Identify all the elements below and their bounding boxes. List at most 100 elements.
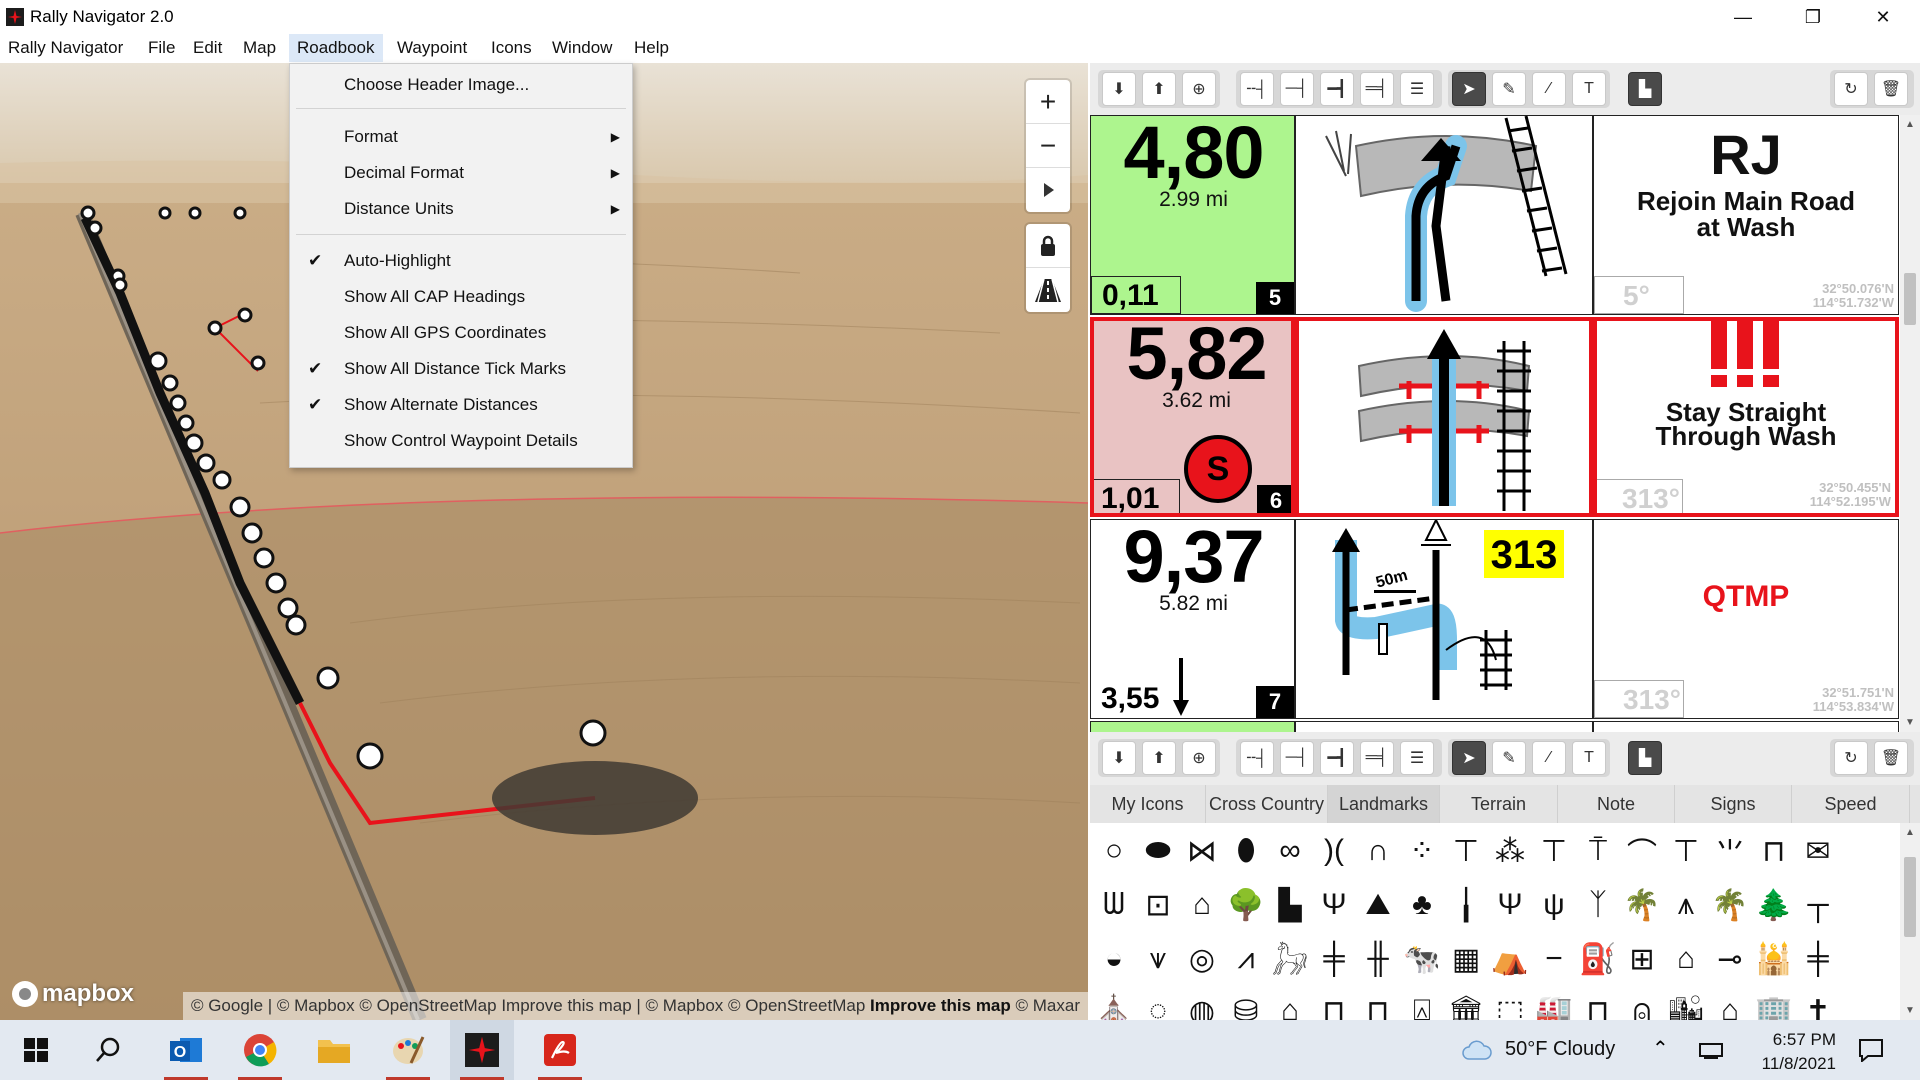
rocks-chain-icon[interactable]: ∞ bbox=[1270, 831, 1310, 871]
roadbook-row-partial[interactable] bbox=[1090, 721, 1900, 732]
menu-edit[interactable]: Edit bbox=[185, 34, 230, 62]
taskbar-file-explorer[interactable] bbox=[302, 1020, 366, 1080]
weather-text[interactable]: 50°F Cloudy bbox=[1505, 1038, 1615, 1061]
menu-item-choose-header[interactable]: Choose Header Image... bbox=[290, 68, 632, 102]
fuel-icon[interactable]: ⛽ bbox=[1578, 939, 1618, 979]
refresh-button[interactable]: ↻ bbox=[1834, 72, 1868, 106]
tire-icon[interactable]: ◎ bbox=[1182, 939, 1222, 979]
tick-style-3-button[interactable]: ━┫ bbox=[1320, 741, 1354, 775]
taskbar-outlook[interactable]: O bbox=[154, 1020, 218, 1080]
brush-tool-button[interactable]: ∕ bbox=[1532, 741, 1566, 775]
tick-style-4-button[interactable]: ═╡ bbox=[1360, 72, 1394, 106]
scroll-down-icon[interactable]: ▼ bbox=[1900, 717, 1920, 728]
distance-cell[interactable]: 4,80 2.99 mi 0,11 5 bbox=[1090, 115, 1295, 315]
factory-icon[interactable]: 🏭 bbox=[1534, 991, 1574, 1021]
silo-icon[interactable]: ⍓ bbox=[1402, 991, 1442, 1020]
scroll-thumb[interactable] bbox=[1904, 273, 1916, 325]
city-icon[interactable]: 🏙 bbox=[1666, 991, 1706, 1021]
tab-speed[interactable]: Speed bbox=[1792, 785, 1910, 823]
tower-icon[interactable]: ⩛ bbox=[1138, 939, 1178, 979]
envelope-icon[interactable]: ✉ bbox=[1798, 831, 1838, 871]
arena-icon[interactable]: ◌ bbox=[1138, 991, 1178, 1020]
pen-tool-button[interactable]: ✎ bbox=[1492, 741, 1526, 775]
scroll-thumb[interactable] bbox=[1904, 857, 1916, 937]
select-tool-button[interactable]: ➤ bbox=[1452, 72, 1486, 106]
scroll-down-icon[interactable]: ▼ bbox=[1900, 1005, 1920, 1016]
menu-map[interactable]: Map bbox=[235, 34, 284, 62]
tulip-cell[interactable]: 50m 313 bbox=[1295, 519, 1593, 719]
arch-icon[interactable]: ∩ bbox=[1358, 831, 1398, 871]
minimize-button[interactable]: — bbox=[1714, 0, 1772, 34]
menu-file[interactable]: File bbox=[140, 34, 183, 62]
scroll-up-icon[interactable]: ▲ bbox=[1900, 827, 1920, 838]
container-icon[interactable]: ⊓ bbox=[1314, 991, 1354, 1021]
tick-style-2-button[interactable]: ─┤ bbox=[1280, 741, 1314, 775]
powerline-icon[interactable]: ⩘ bbox=[1226, 939, 1266, 979]
tab-my-icons[interactable]: My Icons bbox=[1090, 785, 1206, 823]
trash-button[interactable]: 🗑 bbox=[1874, 741, 1908, 775]
post-icon[interactable]: ⍑ bbox=[1578, 831, 1618, 871]
palm-icon[interactable]: 🌴 bbox=[1622, 885, 1662, 925]
roadbook-row[interactable]: 9,37 5.82 mi 3,55 7 50m 313 QTMP 313° 32… bbox=[1090, 519, 1900, 721]
ruler-tool-button[interactable]: ▙ bbox=[1628, 741, 1662, 775]
menu-roadbook[interactable]: Roadbook bbox=[289, 34, 383, 62]
green-tree-icon[interactable]: ♣ bbox=[1402, 885, 1442, 925]
gate-icon[interactable]: ⌒ bbox=[1622, 831, 1662, 871]
menu-item-decimal-format[interactable]: Decimal Format ▶ bbox=[290, 156, 632, 190]
pylon-icon[interactable]: ⩚ bbox=[1666, 885, 1706, 925]
menu-waypoint[interactable]: Waypoint bbox=[389, 34, 475, 62]
tab-terrain[interactable]: Terrain bbox=[1440, 785, 1558, 823]
menu-item-show-control-details[interactable]: Show Control Waypoint Details bbox=[290, 424, 632, 458]
hut-icon[interactable]: ⌂ bbox=[1270, 991, 1310, 1020]
cactus-small-icon[interactable]: ψ bbox=[1534, 885, 1574, 925]
house-icon[interactable]: ⌂ bbox=[1182, 885, 1222, 925]
enclosure-icon[interactable]: ⊡ bbox=[1138, 885, 1178, 925]
menu-rally-navigator[interactable]: Rally Navigator bbox=[0, 34, 131, 62]
menu-item-show-tick-marks[interactable]: ✔ Show All Distance Tick Marks bbox=[290, 352, 632, 386]
menu-item-distance-units[interactable]: Distance Units ▶ bbox=[290, 192, 632, 226]
pool-icon[interactable]: ◍ bbox=[1182, 991, 1222, 1021]
trash-button[interactable]: 🗑 bbox=[1874, 72, 1908, 106]
stones-icon[interactable]: ⬮ bbox=[1226, 831, 1266, 871]
fence-icon[interactable]: ╪ bbox=[1314, 939, 1354, 979]
shop-icon[interactable]: ⌂ bbox=[1666, 939, 1706, 979]
tick-style-1-button[interactable]: ╌┤ bbox=[1240, 72, 1274, 106]
person-icon[interactable]: ⍝ bbox=[1622, 991, 1662, 1020]
mountain-icon[interactable]: ⛰ bbox=[1358, 885, 1398, 925]
tick-style-1-button[interactable]: ╌┤ bbox=[1240, 741, 1274, 775]
menu-item-show-gps[interactable]: Show All GPS Coordinates bbox=[290, 316, 632, 350]
building-icon[interactable]: ▙ bbox=[1270, 885, 1310, 925]
scroll-up-icon[interactable]: ▲ bbox=[1900, 119, 1920, 130]
camel-icon[interactable]: 𓃗 bbox=[1270, 939, 1310, 981]
refresh-button[interactable]: ↻ bbox=[1834, 741, 1868, 775]
icon-palette-scrollbar[interactable]: ▲ ▼ bbox=[1900, 823, 1920, 1020]
roadbook-grid[interactable]: 4,80 2.99 mi 0,11 5 RJ Rejoin Main Road … bbox=[1090, 115, 1900, 732]
well-icon[interactable]: ◒ bbox=[1094, 939, 1134, 979]
tick-style-3-button[interactable]: ━┫ bbox=[1320, 72, 1354, 106]
church-icon[interactable]: ⛪ bbox=[1094, 991, 1134, 1021]
tulip-cell[interactable] bbox=[1295, 721, 1593, 732]
mast-icon[interactable]: ┬ bbox=[1798, 885, 1838, 925]
taskbar-acrobat[interactable] bbox=[528, 1020, 592, 1080]
menu-item-show-alt-distances[interactable]: ✔ Show Alternate Distances bbox=[290, 388, 632, 422]
roadbook-row[interactable]: 4,80 2.99 mi 0,11 5 RJ Rejoin Main Road … bbox=[1090, 115, 1900, 317]
notification-icon[interactable] bbox=[1858, 1038, 1884, 1062]
cattle-grid-icon[interactable]: ▦ bbox=[1446, 939, 1486, 979]
pine-icon[interactable]: 🌲 bbox=[1754, 885, 1794, 925]
cactus-icon[interactable]: Ψ bbox=[1490, 885, 1530, 925]
tab-landmarks[interactable]: Landmarks bbox=[1328, 785, 1440, 823]
pipe-icon[interactable]: ⊞ bbox=[1622, 939, 1662, 979]
menu-help[interactable]: Help bbox=[626, 34, 677, 62]
circle-icon[interactable]: ○ bbox=[1094, 831, 1134, 871]
cemetery-icon[interactable]: ✝ bbox=[1798, 991, 1838, 1021]
move-down-button[interactable]: ⬇ bbox=[1102, 741, 1136, 775]
zoom-in-button[interactable]: + bbox=[1026, 80, 1070, 124]
dash-icon[interactable]: − bbox=[1534, 939, 1574, 979]
tab-cross-country[interactable]: Cross Country bbox=[1206, 785, 1328, 823]
tab-signs[interactable]: Signs bbox=[1675, 785, 1792, 823]
tall-sign-icon[interactable]: ⊤ bbox=[1666, 831, 1706, 871]
tick-style-4-button[interactable]: ═╡ bbox=[1360, 741, 1394, 775]
signboard-icon[interactable]: ⊤ bbox=[1534, 831, 1574, 871]
pole-icon[interactable]: ╽ bbox=[1446, 885, 1486, 925]
distance-cell[interactable] bbox=[1090, 721, 1295, 732]
